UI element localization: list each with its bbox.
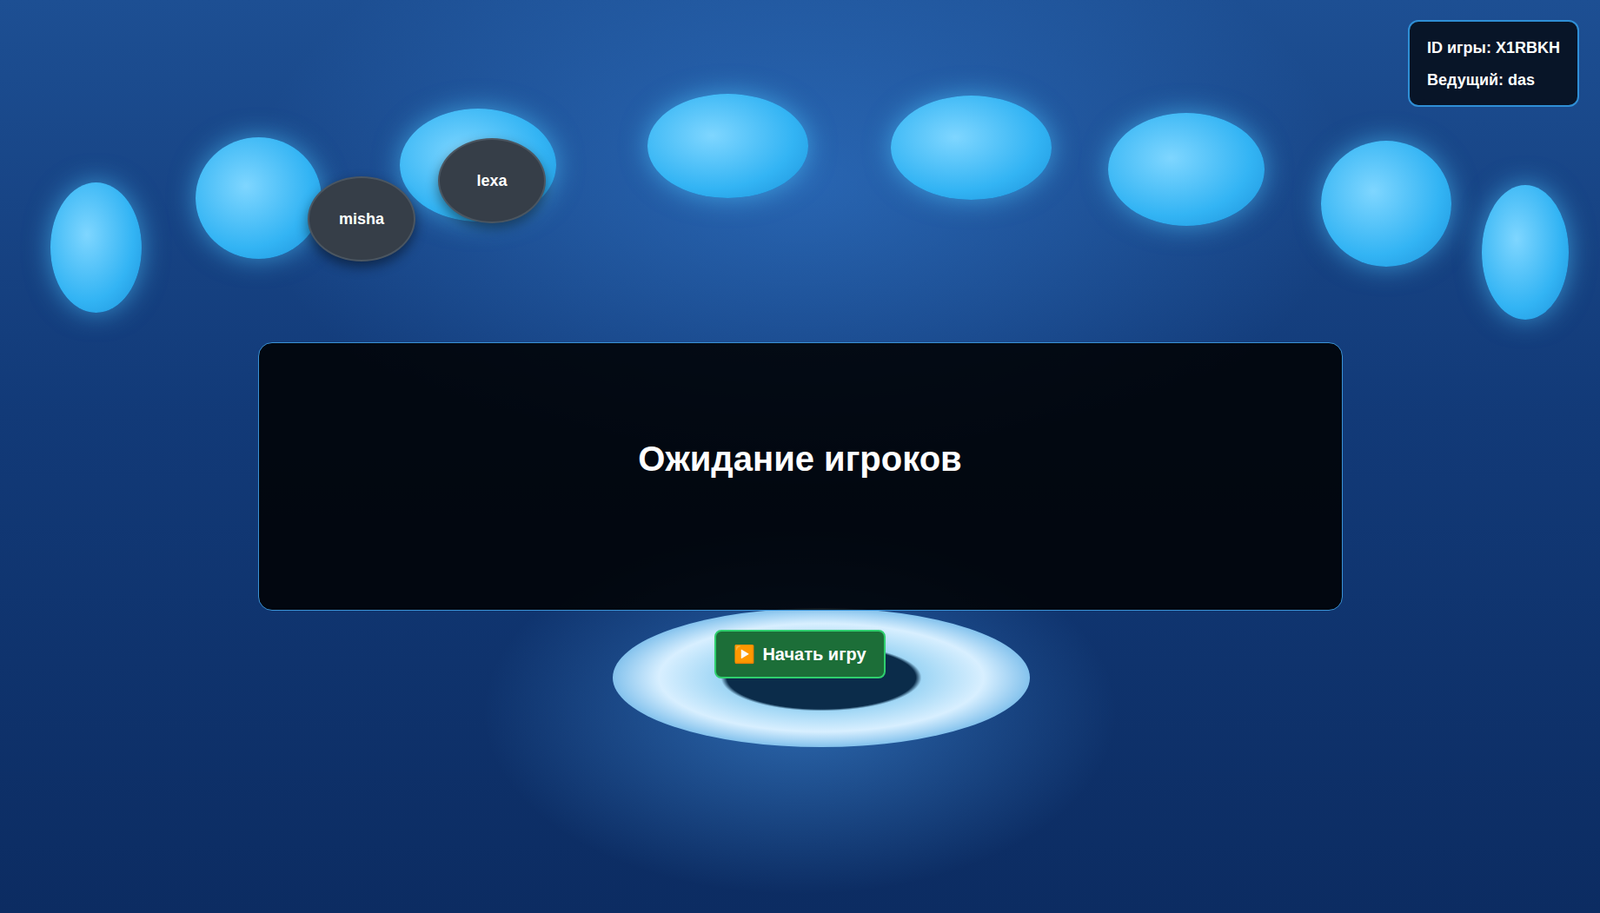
stage-light [647,93,809,199]
stage-light [890,95,1052,200]
stage-light [1481,185,1569,320]
status-panel: Ожидание игроков [258,342,1343,611]
game-host: Ведущий: das [1427,71,1561,90]
game-lobby: ID игры: X1RBKH Ведущий: das misha lexa Ожид… [0,0,1600,913]
player-bubble: misha [307,176,416,262]
stage-light [50,182,142,313]
start-game-button[interactable]: ▶️ Начать игру [714,630,885,679]
play-icon: ▶️ [733,643,756,665]
game-id: ID игры: X1RBKH [1427,39,1561,58]
stage-light [195,137,322,259]
stage-light [1108,112,1265,226]
stage-light [1321,140,1452,267]
status-title: Ожидание игроков [637,439,962,479]
player-bubble: lexa [438,138,546,224]
start-game-label: Начать игру [762,644,866,665]
game-info: ID игры: X1RBKH Ведущий: das [1407,19,1580,107]
